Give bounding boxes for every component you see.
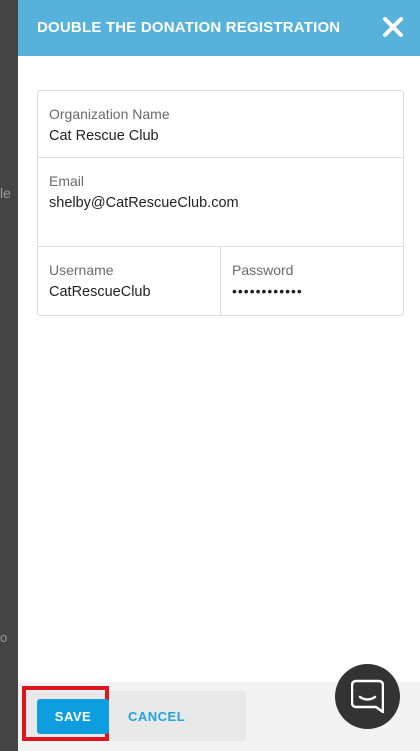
panel-header: DOUBLE THE DONATION REGISTRATION <box>18 0 420 56</box>
email-input[interactable] <box>49 195 378 211</box>
organization-name-field[interactable]: Organization Name <box>38 91 403 158</box>
cancel-button[interactable]: CANCEL <box>122 699 191 734</box>
chat-bubble-icon <box>351 679 384 714</box>
password-label: Password <box>232 262 294 278</box>
registration-panel: DOUBLE THE DONATION REGISTRATION Organiz… <box>18 0 420 751</box>
credentials-row: Username Password •••••••••••• <box>38 247 403 315</box>
password-field[interactable]: Password •••••••••••• <box>221 247 403 315</box>
close-button[interactable] <box>380 14 406 40</box>
chat-launcher-button[interactable] <box>335 664 400 729</box>
username-field[interactable]: Username <box>38 247 221 315</box>
background-partial-text-bottom: o <box>0 630 8 645</box>
organization-name-input[interactable] <box>49 128 378 144</box>
username-label: Username <box>49 262 114 278</box>
email-field[interactable]: Email <box>38 158 403 247</box>
email-label: Email <box>49 173 85 189</box>
registration-form: Organization Name Email Username Passwor… <box>37 90 404 316</box>
background-strip: le o <box>0 0 18 751</box>
username-input[interactable] <box>49 284 213 300</box>
password-input[interactable]: •••••••••••• <box>232 283 396 299</box>
close-icon <box>383 17 403 37</box>
save-button[interactable]: SAVE <box>37 699 109 734</box>
background-partial-text: le <box>0 185 11 201</box>
organization-name-label: Organization Name <box>49 106 170 122</box>
panel-title: DOUBLE THE DONATION REGISTRATION <box>37 19 341 36</box>
